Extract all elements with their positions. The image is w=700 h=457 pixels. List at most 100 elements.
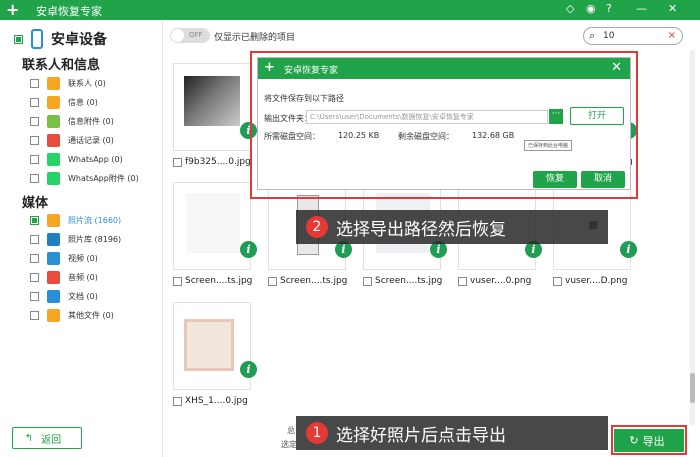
free-space-label: 剩余磁盘空间： xyxy=(398,132,454,141)
device-checkbox[interactable] xyxy=(14,34,23,44)
sidebar-item-checkbox[interactable] xyxy=(30,135,39,145)
sidebar-item-checkbox[interactable] xyxy=(30,78,39,88)
photo-thumbnail[interactable]: i xyxy=(173,302,257,390)
sidebar-item[interactable]: 信息附件 (0) xyxy=(30,113,114,129)
minimize-icon[interactable]: — xyxy=(636,2,647,15)
photo-filename: vuser....0.png xyxy=(470,276,532,286)
sidebar-item-label: 信息附件 (0) xyxy=(68,116,114,126)
sidebar-item-label: 视频 (0) xyxy=(68,253,98,263)
photo-caption[interactable]: XHS_1....0.jpg xyxy=(173,394,248,408)
photo-filename: Screen....ts.jpg xyxy=(375,276,443,286)
sidebar-item-label: 通话记录 (0) xyxy=(68,135,114,145)
back-button[interactable]: ↰ 返回 xyxy=(12,427,82,449)
photo-filename: f9b325....0.jpg xyxy=(185,157,251,167)
photo-checkbox[interactable] xyxy=(458,276,467,286)
photo-caption[interactable]: f9b325....0.jpg xyxy=(173,155,251,169)
photo-preview xyxy=(184,319,234,371)
output-path-field[interactable]: C:\Users\user\Documents\数据恢复\安卓恢复专家 xyxy=(306,110,548,124)
person-icon xyxy=(47,76,60,90)
photo-thumbnail[interactable]: i xyxy=(173,182,257,270)
info-icon[interactable]: i xyxy=(240,241,257,258)
sidebar-item-checkbox[interactable] xyxy=(30,154,39,164)
photo-checkbox[interactable] xyxy=(268,276,277,286)
info-icon[interactable]: i xyxy=(620,241,637,258)
sidebar-item-checkbox[interactable] xyxy=(30,291,39,301)
recover-button[interactable]: 恢复 xyxy=(533,171,577,188)
help-icon[interactable]: ? xyxy=(606,2,612,15)
sidebar-item[interactable]: WhatsApp附件 (0) xyxy=(30,170,139,186)
phone-icon xyxy=(31,29,43,49)
photo-caption[interactable]: vuser....0.png xyxy=(458,274,531,288)
sidebar-item-checkbox[interactable] xyxy=(30,173,39,183)
sidebar-item[interactable]: 信息 (0) xyxy=(30,94,98,110)
chat-icon[interactable]: ◉ xyxy=(586,2,596,15)
export-icon: ↻ xyxy=(629,434,639,447)
sidebar: 安卓设备 联系人和信息 联系人 (0) 信息 (0) 信息附件 (0) 通话记录 (0… xyxy=(0,20,163,457)
save-dialog: + 安卓恢复专家 ✕ 将文件保存到以下路径 输出文件夹： C:\Users\us… xyxy=(257,57,631,190)
sidebar-item-checkbox[interactable] xyxy=(30,253,39,263)
sidebar-item-label: 信息 (0) xyxy=(68,97,98,107)
sidebar-item-checkbox[interactable] xyxy=(30,116,39,126)
export-button[interactable]: ↻ 导出 xyxy=(614,429,684,452)
sidebar-item-label: WhatsApp附件 (0) xyxy=(68,173,139,183)
dialog-header: + 安卓恢复专家 ✕ xyxy=(258,58,630,79)
close-window-icon[interactable]: ✕ xyxy=(668,2,677,15)
sidebar-item[interactable]: 其他文件 (0) xyxy=(30,307,114,323)
video-icon xyxy=(47,251,60,265)
clear-search-icon[interactable]: × xyxy=(668,30,676,41)
sidebar-item[interactable]: 文档 (0) xyxy=(30,288,98,304)
sidebar-item[interactable]: 联系人 (0) xyxy=(30,75,106,91)
photo-checkbox[interactable] xyxy=(173,276,182,286)
scrollbar[interactable] xyxy=(690,50,695,425)
toggle-state: OFF xyxy=(189,31,203,39)
sidebar-item[interactable]: 通话记录 (0) xyxy=(30,132,114,148)
dialog-close-icon[interactable]: ✕ xyxy=(611,60,622,75)
step-2-text: 选择导出路径然后恢复 xyxy=(336,219,506,240)
sidebar-item[interactable]: 视频 (0) xyxy=(30,250,98,266)
cancel-button[interactable]: 取消 xyxy=(581,171,625,188)
sidebar-item-checkbox[interactable] xyxy=(30,272,39,282)
photo-caption[interactable]: Screen....ts.jpg xyxy=(268,274,347,288)
browse-button[interactable]: ··· xyxy=(549,109,563,124)
photo-caption[interactable]: Screen....ts.jpg xyxy=(363,274,442,288)
search-value: 10 xyxy=(603,31,615,41)
search-input[interactable]: ⌕ 10 × xyxy=(583,27,683,45)
device-row[interactable]: 安卓设备 xyxy=(14,28,107,50)
photo-filename: XHS_1....0.jpg xyxy=(185,396,248,406)
callout-step-1: 1 选择好照片后点击导出 xyxy=(296,416,608,450)
sidebar-item-label: 照片流 (1660) xyxy=(68,215,122,225)
photo-checkbox[interactable] xyxy=(173,396,182,406)
photo-checkbox[interactable] xyxy=(553,276,562,286)
sidebar-item-checkbox[interactable] xyxy=(30,310,39,320)
sidebar-item-checkbox[interactable] xyxy=(30,97,39,107)
photo-checkbox[interactable] xyxy=(173,157,182,167)
sidebar-item-checkbox[interactable] xyxy=(30,234,39,244)
photo-caption[interactable]: vuser....D.png xyxy=(553,274,628,288)
contacts-section-title: 联系人和信息 xyxy=(22,58,101,73)
toggle-knob xyxy=(171,29,184,42)
photo-checkbox[interactable] xyxy=(363,276,372,286)
open-button[interactable]: 打开 xyxy=(570,107,624,125)
sidebar-item[interactable]: WhatsApp (0) xyxy=(30,151,123,167)
needed-space-label: 所需磁盘空间： xyxy=(264,132,320,141)
search-icon: ⌕ xyxy=(589,29,596,42)
diamond-icon[interactable]: ◇ xyxy=(566,2,574,15)
photo-filename: Screen....ts.jpg xyxy=(280,276,348,286)
photo-filename: vuser....D.png xyxy=(565,276,628,286)
sidebar-item[interactable]: 音频 (0) xyxy=(30,269,98,285)
save-to-label: 将文件保存到以下路径 xyxy=(264,94,344,103)
selected-label-partial: 选定 xyxy=(281,440,297,449)
info-icon[interactable]: i xyxy=(240,361,257,378)
step-1-text: 选择好照片后点击导出 xyxy=(336,425,506,446)
sidebar-item[interactable]: 照片库 (8196) xyxy=(30,231,121,247)
photo-caption[interactable]: Screen....ts.jpg xyxy=(173,274,252,288)
sidebar-item-checkbox[interactable] xyxy=(30,215,39,225)
export-label: 导出 xyxy=(642,434,665,448)
sidebar-item[interactable]: 照片流 (1660) xyxy=(30,212,121,228)
scrollbar-thumb[interactable] xyxy=(690,373,695,403)
photo-preview xyxy=(184,76,240,126)
back-arrow-icon: ↰ xyxy=(24,432,34,444)
photo-thumbnail[interactable]: i xyxy=(173,63,257,151)
title-bar: + 安卓恢复专家 ◇ ◉ ? — ✕ xyxy=(0,0,700,20)
deleted-only-toggle[interactable]: OFF xyxy=(170,28,210,43)
